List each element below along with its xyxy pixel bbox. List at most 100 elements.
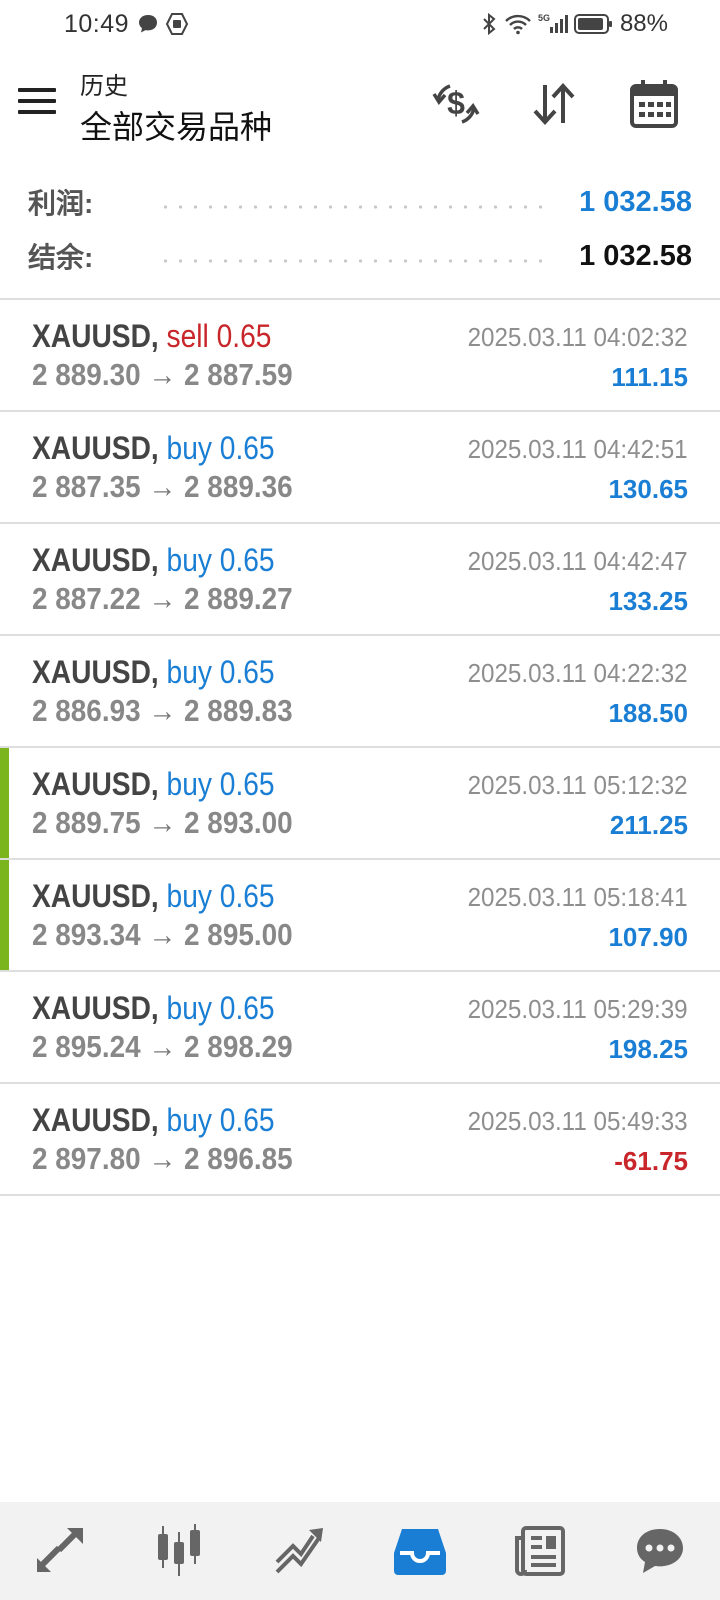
trade-row[interactable]: XAUUSD, buy 0.65 2 886.93 → 2 889.83 202… [0,636,720,748]
trade-symbol: XAUUSD [32,878,151,914]
trade-close-price: 2 887.59 [184,357,293,392]
trade-datetime: 2025.03.11 04:42:51 [467,434,688,464]
summary-panel: 利润: 1 032.58 结余: 1 032.58 [0,180,720,300]
history-icon [394,1529,446,1575]
trade-row[interactable]: XAUUSD, buy 0.65 2 887.22 → 2 889.27 202… [0,524,720,636]
trade-icon [275,1528,323,1574]
balance-value: 1 032.58 [579,239,692,272]
active-indicator-bar [0,860,9,970]
nav-chart[interactable] [120,1502,240,1600]
trade-row[interactable]: XAUUSD, buy 0.65 2 889.75 → 2 893.00 202… [0,748,720,860]
arrow-right-icon: → [148,1141,177,1176]
trade-symbol: XAUUSD [32,766,151,802]
trade-open-price: 2 889.75 [32,805,141,840]
5g-signal-icon: 5G [538,12,568,36]
trade-open-price: 2 887.35 [32,469,141,504]
status-bar: 10:49 5G 88% [0,0,720,50]
trade-profit: 107.90 [608,922,688,952]
trade-direction: buy 0.65 [166,542,275,578]
quotes-icon [36,1527,83,1572]
sort-icon [533,83,575,125]
app-bar: 历史 全部交易品种 $ [0,50,720,160]
wifi-icon [504,13,532,35]
chart-icon [158,1524,200,1576]
trade-row[interactable]: XAUUSD, buy 0.65 2 887.35 → 2 889.36 202… [0,412,720,524]
arrow-right-icon: → [148,357,177,392]
message-icon [137,13,159,35]
currency-exchange-button[interactable]: $ [428,76,484,132]
trade-close-price: 2 898.29 [184,1029,293,1064]
trade-direction: sell 0.65 [166,318,272,354]
trade-close-price: 2 896.85 [184,1141,293,1176]
active-indicator-bar [0,748,9,858]
trade-profit: -61.75 [614,1146,688,1176]
trade-profit: 198.25 [608,1034,688,1064]
news-icon [515,1526,565,1576]
menu-button[interactable] [18,80,60,122]
trade-datetime: 2025.03.11 05:12:32 [467,770,688,800]
balance-label: 结余: [28,242,94,273]
trade-symbol: XAUUSD [32,990,151,1026]
page-subtitle: 历史 [80,73,128,100]
arrow-right-icon: → [148,693,177,728]
arrow-right-icon: → [148,1029,177,1064]
nav-news[interactable] [480,1502,600,1600]
trade-close-price: 2 893.00 [184,805,293,840]
trade-profit: 133.25 [608,586,688,616]
trade-profit: 211.25 [609,810,688,840]
dotted-leader [158,205,552,209]
trade-symbol: XAUUSD [32,542,151,578]
svg-text:5G: 5G [538,13,550,23]
trade-close-price: 2 895.00 [184,917,293,952]
nav-trade[interactable] [240,1502,360,1600]
bluetooth-icon [480,12,498,36]
arrow-right-icon: → [148,805,177,840]
trade-list: XAUUSD, sell 0.65 2 889.30 → 2 887.59 20… [0,300,720,1196]
svg-text:$: $ [447,85,465,121]
calendar-icon [630,80,678,128]
trade-row[interactable]: XAUUSD, sell 0.65 2 889.30 → 2 887.59 20… [0,300,720,412]
trade-direction: buy 0.65 [166,1102,275,1138]
trade-symbol: XAUUSD [32,430,151,466]
trade-direction: buy 0.65 [166,878,275,914]
status-time: 10:49 [64,10,130,38]
currency-exchange-icon: $ [432,84,480,124]
trade-datetime: 2025.03.11 04:02:32 [467,322,688,352]
arrow-right-icon: → [148,469,177,504]
trade-datetime: 2025.03.11 04:22:32 [467,658,688,688]
trade-direction: buy 0.65 [166,766,275,802]
sort-button[interactable] [526,76,582,132]
balance-row: 结余: 1 032.58 [28,236,692,276]
arrow-right-icon: → [148,917,177,952]
trade-open-price: 2 895.24 [32,1029,141,1064]
calendar-button[interactable] [626,76,682,132]
trade-open-price: 2 897.80 [32,1141,141,1176]
trade-datetime: 2025.03.11 04:42:47 [467,546,688,576]
page-title[interactable]: 全部交易品种 [80,102,272,148]
trade-row[interactable]: XAUUSD, buy 0.65 2 895.24 → 2 898.29 202… [0,972,720,1084]
trade-close-price: 2 889.36 [184,469,293,504]
trade-profit: 130.65 [608,474,688,504]
trade-direction: buy 0.65 [166,990,275,1026]
trade-close-price: 2 889.83 [184,693,293,728]
nav-history[interactable] [360,1502,480,1600]
profit-label: 利润: [28,188,94,219]
trade-symbol: XAUUSD [32,1102,151,1138]
battery-percentage: 88% [619,10,668,37]
trade-symbol: XAUUSD [32,318,151,354]
trade-direction: buy 0.65 [166,430,275,466]
trade-datetime: 2025.03.11 05:18:41 [467,882,688,912]
trade-profit: 188.50 [608,698,688,728]
arrow-right-icon: → [148,581,177,616]
trade-profit: 111.15 [611,362,688,392]
nav-quotes[interactable] [0,1502,120,1600]
hamburger-icon [18,88,56,92]
trade-datetime: 2025.03.11 05:29:39 [467,994,688,1024]
nav-chat[interactable] [600,1502,720,1600]
bottom-nav [0,1502,720,1600]
trade-row[interactable]: XAUUSD, buy 0.65 2 897.80 → 2 896.85 202… [0,1084,720,1196]
chat-icon [637,1529,683,1573]
trade-row[interactable]: XAUUSD, buy 0.65 2 893.34 → 2 895.00 202… [0,860,720,972]
trade-direction: buy 0.65 [166,654,275,690]
trade-open-price: 2 893.34 [32,917,141,952]
